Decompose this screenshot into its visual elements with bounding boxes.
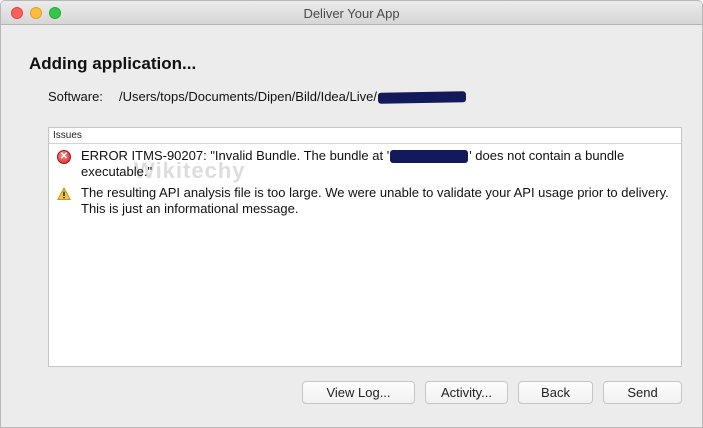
- activity-button[interactable]: Activity...: [425, 381, 508, 404]
- send-button[interactable]: Send: [603, 381, 682, 404]
- software-label: Software:: [48, 89, 103, 104]
- window-title: Deliver Your App: [303, 6, 400, 21]
- software-path: /Users/tops/Documents/Dipen/Bild/Idea/Li…: [119, 89, 467, 104]
- deliver-app-window: Deliver Your App Adding application... S…: [0, 0, 703, 428]
- issues-list[interactable]: Issues Wikitechy ✕ ERROR ITMS-90207: "In…: [48, 127, 682, 367]
- software-path-text: /Users/tops/Documents/Dipen/Bild/Idea/Li…: [119, 89, 377, 104]
- warning-icon: [57, 187, 71, 201]
- issue-error-text: ERROR ITMS-90207: "Invalid Bundle. The b…: [81, 148, 671, 180]
- title-bar: Deliver Your App: [1, 1, 702, 25]
- view-log-button[interactable]: View Log...: [302, 381, 415, 404]
- page-heading: Adding application...: [29, 54, 197, 73]
- error-text-start: ERROR ITMS-90207: "Invalid Bundle. The b…: [81, 148, 390, 163]
- redacted-bundle-name: [390, 150, 469, 164]
- issues-header: Issues: [49, 128, 681, 144]
- back-button[interactable]: Back: [518, 381, 593, 404]
- issue-warning-text: The resulting API analysis file is too l…: [81, 185, 669, 216]
- error-icon: ✕: [57, 150, 71, 164]
- redacted-path-segment: [377, 91, 467, 104]
